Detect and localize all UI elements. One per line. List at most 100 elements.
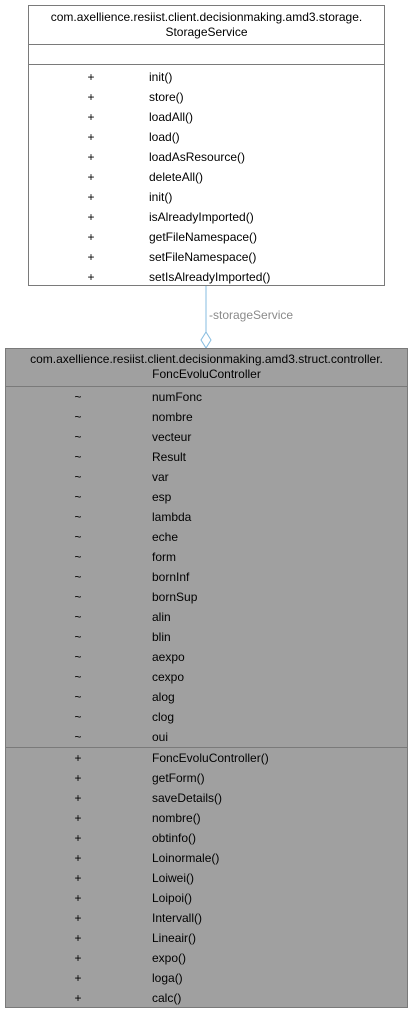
attribute-name: lambda: [152, 510, 192, 524]
visibility-marker: +: [74, 991, 82, 1005]
operation-row: + Lineair(): [6, 928, 407, 948]
attribute-row: ~ eche: [6, 527, 407, 547]
operation-row: + Loipoi(): [6, 888, 407, 908]
visibility-marker: +: [74, 931, 82, 945]
operation-row: + calc(): [6, 988, 407, 1008]
visibility-marker: +: [74, 871, 82, 885]
visibility-marker: ~: [74, 530, 82, 544]
visibility-marker: +: [74, 891, 82, 905]
aggregation-connector[interactable]: [0, 0, 413, 360]
visibility-marker: ~: [74, 630, 82, 644]
attribute-row: ~ lambda: [6, 507, 407, 527]
operation-name: getForm(): [152, 771, 205, 785]
attribute-row: ~ blin: [6, 627, 407, 647]
operation-row: + Intervall(): [6, 908, 407, 928]
visibility-marker: ~: [74, 730, 82, 744]
visibility-marker: ~: [74, 490, 82, 504]
operation-name: calc(): [152, 991, 182, 1005]
attribute-name: nombre: [152, 410, 193, 424]
operation-name: Lineair(): [152, 931, 197, 945]
visibility-marker: +: [74, 851, 82, 865]
visibility-marker: ~: [74, 590, 82, 604]
operation-name: Loinormale(): [152, 851, 220, 865]
operation-row: + getForm(): [6, 768, 407, 788]
operation-row: + expo(): [6, 948, 407, 968]
operation-name: expo(): [152, 951, 187, 965]
attribute-name: form: [152, 550, 176, 564]
attribute-name: Result: [152, 450, 187, 464]
attribute-row: ~ alog: [6, 687, 407, 707]
attribute-row: ~ bornSup: [6, 587, 407, 607]
attribute-name: esp: [152, 490, 172, 504]
operation-name: loga(): [152, 971, 183, 985]
visibility-marker: ~: [74, 430, 82, 444]
operation-name: FoncEvoluController(): [152, 751, 269, 765]
attribute-name: eche: [152, 530, 179, 544]
controller-name: FoncEvoluController: [152, 367, 261, 381]
attribute-row: ~ var: [6, 467, 407, 487]
visibility-marker: ~: [74, 550, 82, 564]
association-role-label: -storageService: [209, 308, 294, 322]
attribute-row: ~ nombre: [6, 407, 407, 427]
attribute-name: bornSup: [152, 590, 198, 604]
operation-name: Intervall(): [152, 911, 203, 925]
attribute-name: numFonc: [152, 390, 203, 404]
visibility-marker: ~: [74, 670, 82, 684]
controller-title: com.axellience.resiist.client.decisionma…: [6, 349, 407, 387]
attribute-row: ~ form: [6, 547, 407, 567]
attribute-name: cexpo: [152, 670, 185, 684]
visibility-marker: +: [74, 911, 82, 925]
visibility-marker: +: [74, 791, 82, 805]
attribute-row: ~ cexpo: [6, 667, 407, 687]
operation-name: Loiwei(): [152, 871, 195, 885]
operation-name: Loipoi(): [152, 891, 193, 905]
attribute-name: bornInf: [152, 570, 190, 584]
operation-row: + Loinormale(): [6, 848, 407, 868]
attribute-row: ~ esp: [6, 487, 407, 507]
visibility-marker: ~: [74, 610, 82, 624]
visibility-marker: ~: [74, 410, 82, 424]
attribute-name: vecteur: [152, 430, 192, 444]
visibility-marker: ~: [74, 470, 82, 484]
visibility-marker: ~: [74, 450, 82, 464]
visibility-marker: ~: [74, 690, 82, 704]
controller-attributes: ~ numFonc ~ nombre ~ vecteur ~ Result ~ var ~…: [6, 387, 407, 748]
attribute-name: clog: [152, 710, 175, 724]
attribute-name: blin: [152, 630, 171, 644]
operation-name: obtinfo(): [152, 831, 197, 845]
attribute-row: ~ Result: [6, 447, 407, 467]
visibility-marker: ~: [74, 570, 82, 584]
attribute-name: oui: [152, 730, 169, 744]
operation-row: + obtinfo(): [6, 828, 407, 848]
attribute-row: ~ bornInf: [6, 567, 407, 587]
visibility-marker: ~: [74, 390, 82, 404]
visibility-marker: +: [74, 751, 82, 765]
attribute-name: var: [152, 470, 169, 484]
attribute-row: ~ numFonc: [6, 387, 407, 407]
visibility-marker: ~: [74, 710, 82, 724]
visibility-marker: +: [74, 971, 82, 985]
operation-row: + FoncEvoluController(): [6, 748, 407, 768]
controller-package: com.axellience.resiist.client.decisionma…: [30, 352, 383, 366]
visibility-marker: ~: [74, 510, 82, 524]
attribute-row: ~ vecteur: [6, 427, 407, 447]
visibility-marker: ~: [74, 650, 82, 664]
operation-row: + nombre(): [6, 808, 407, 828]
attribute-name: alin: [152, 610, 171, 624]
operation-name: saveDetails(): [152, 791, 223, 805]
attribute-name: alog: [152, 690, 175, 704]
visibility-marker: +: [74, 811, 82, 825]
attribute-row: ~ aexpo: [6, 647, 407, 667]
visibility-marker: +: [74, 771, 82, 785]
attribute-row: ~ clog: [6, 707, 407, 727]
operation-row: + saveDetails(): [6, 788, 407, 808]
operation-name: nombre(): [152, 811, 201, 825]
attribute-row: ~ alin: [6, 607, 407, 627]
visibility-marker: +: [74, 951, 82, 965]
visibility-marker: +: [74, 831, 82, 845]
controller-operations: + FoncEvoluController() + getForm() + saveD…: [6, 748, 407, 1008]
attribute-row: ~ oui: [6, 727, 407, 747]
attribute-name: aexpo: [152, 650, 185, 664]
operation-row: + Loiwei(): [6, 868, 407, 888]
foncevolu-controller-class[interactable]: com.axellience.resiist.client.decisionma…: [5, 348, 408, 1008]
